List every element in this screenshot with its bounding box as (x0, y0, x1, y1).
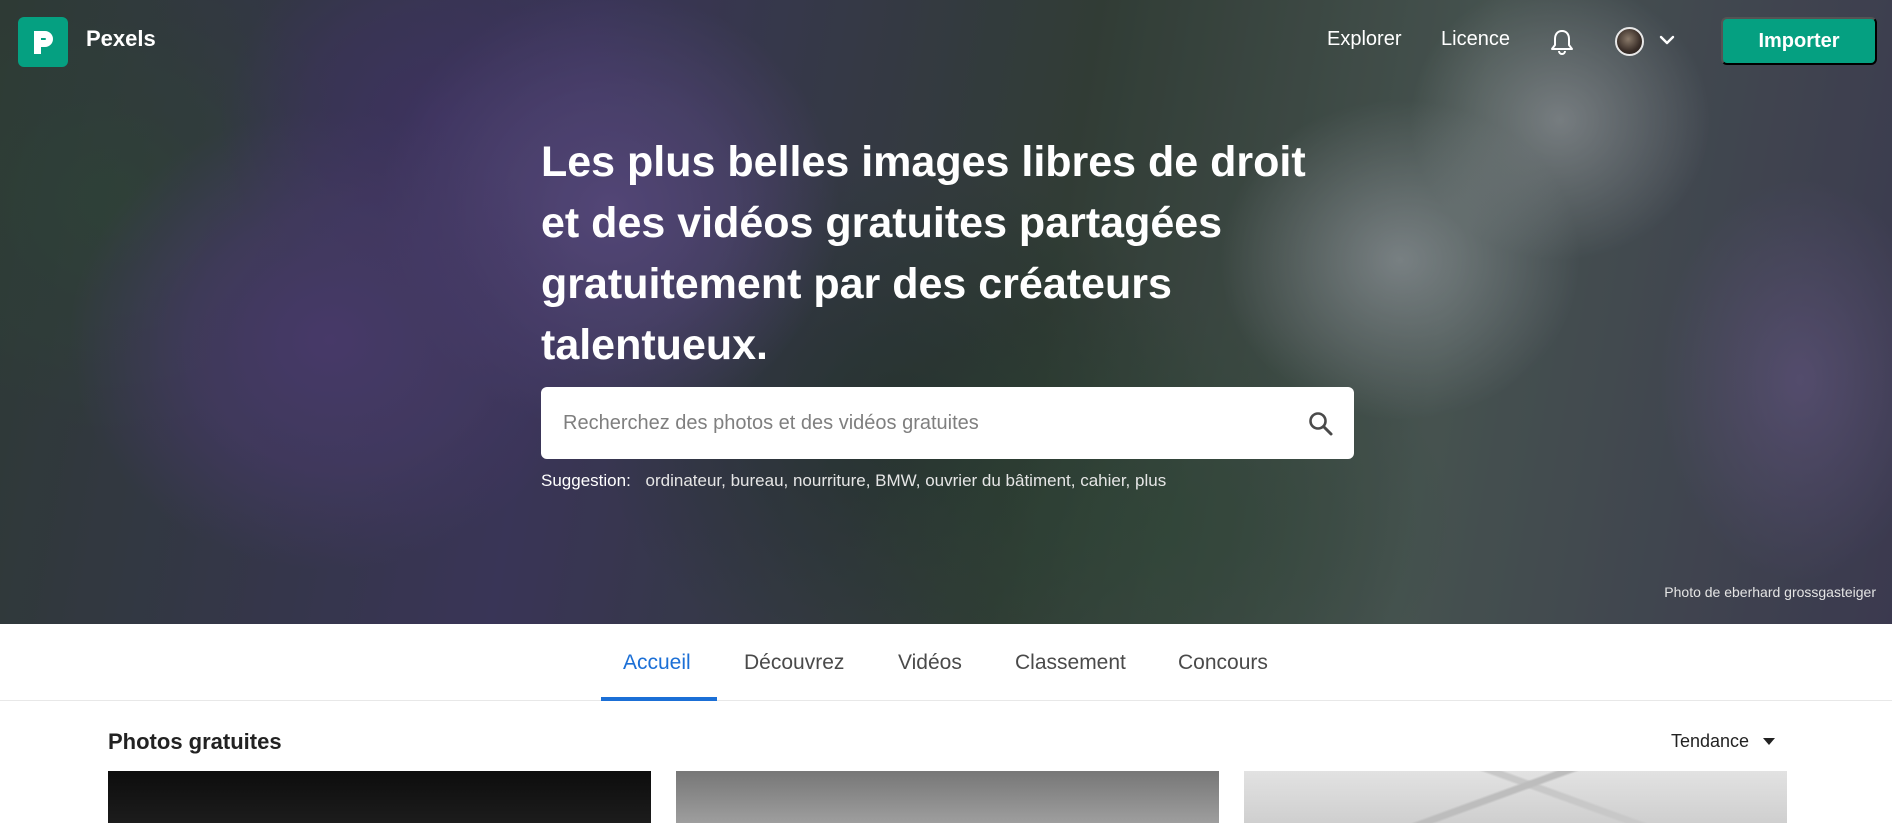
search-input[interactable] (563, 387, 1283, 459)
tab-videos[interactable]: Vidéos (898, 651, 962, 675)
tab-accueil[interactable]: Accueil (623, 651, 691, 675)
tab-bar: Accueil Découvrez Vidéos Classement Conc… (0, 624, 1892, 701)
import-button[interactable]: Importer (1721, 17, 1877, 65)
section-title: Photos gratuites (108, 729, 282, 754)
search-icon[interactable] (1307, 410, 1335, 438)
avatar[interactable] (1615, 27, 1644, 56)
active-tab-indicator (601, 697, 717, 701)
pexels-logo-icon[interactable] (18, 17, 68, 67)
suggestion-row: Suggestion: ordinateur, bureau, nourritu… (541, 471, 1166, 491)
hero-title: Les plus belles images libres de droit e… (541, 138, 1306, 369)
search-bar (541, 387, 1354, 459)
suggestion-links[interactable]: ordinateur, bureau, nourriture, BMW, ouv… (646, 471, 1167, 490)
chevron-down-icon[interactable] (1658, 33, 1676, 47)
hero-banner: Pexels Explorer Licence Importer Les plu… (0, 0, 1892, 624)
sort-dropdown[interactable]: Tendance (1671, 731, 1776, 752)
tab-decouvrez[interactable]: Découvrez (744, 651, 844, 675)
photo-card[interactable] (1244, 771, 1787, 823)
caret-down-icon (1763, 738, 1776, 745)
tab-concours[interactable]: Concours (1178, 651, 1268, 675)
brand-name[interactable]: Pexels (86, 26, 156, 52)
sort-value: Tendance (1671, 731, 1750, 751)
nav-explore-link[interactable]: Explorer (1327, 28, 1401, 51)
suggestion-label: Suggestion: (541, 471, 631, 490)
photo-credit[interactable]: Photo de eberhard grossgasteiger (1664, 584, 1876, 600)
tab-classement[interactable]: Classement (1015, 651, 1126, 675)
photo-card[interactable] (676, 771, 1219, 823)
nav-license-link[interactable]: Licence (1441, 28, 1510, 51)
bell-icon[interactable] (1549, 28, 1575, 56)
photo-card[interactable] (108, 771, 651, 823)
